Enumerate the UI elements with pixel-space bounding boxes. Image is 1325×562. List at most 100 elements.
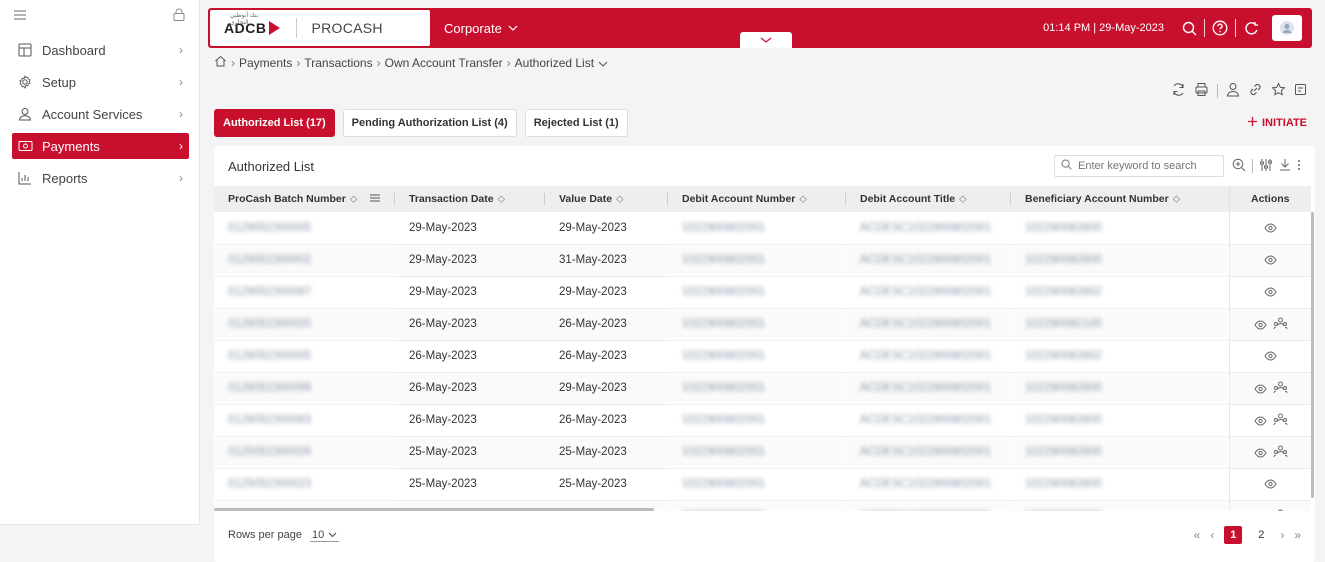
sidebar-top bbox=[0, 0, 199, 32]
cell-debit-account-number: 1022900802001 bbox=[668, 340, 846, 373]
refresh-icon[interactable] bbox=[1171, 82, 1186, 100]
group-users-icon[interactable] bbox=[1272, 443, 1288, 459]
table-row[interactable]: 0129052300005 29-May-2023 29-May-2023 10229… bbox=[214, 212, 1311, 245]
sidebar-item-setup[interactable]: Setup › bbox=[12, 69, 189, 95]
next-page-icon[interactable]: › bbox=[1280, 528, 1284, 542]
filter-sliders-icon[interactable] bbox=[1259, 158, 1273, 175]
view-eye-icon[interactable] bbox=[1252, 445, 1268, 461]
cell-debit-account-title: ACDESC1022900802001 bbox=[846, 276, 1011, 309]
header-expand-tab[interactable] bbox=[740, 32, 792, 48]
authorized-list-table: ProCash Batch Number ⬦ Transaction Date ⬦ … bbox=[214, 186, 1311, 511]
cell-debit-account-title: ACDESC1022900802001 bbox=[846, 308, 1011, 341]
brand[interactable]: بنك أبوظبي التجاري ADCB PROCASH bbox=[210, 10, 430, 46]
view-eye-icon[interactable] bbox=[1252, 509, 1268, 511]
cell-transaction-date: 29-May-2023 bbox=[395, 244, 545, 277]
more-options-icon[interactable] bbox=[1297, 159, 1301, 174]
table-row[interactable]: 0126052300099 26-May-2023 29-May-2023 10229… bbox=[214, 372, 1311, 405]
sidebar-item-dashboard[interactable]: Dashboard › bbox=[12, 37, 189, 63]
view-eye-icon[interactable] bbox=[1262, 476, 1278, 492]
print-icon[interactable] bbox=[1194, 82, 1209, 100]
cell-beneficiary-account-number: 102290082802 bbox=[1011, 276, 1229, 309]
cell-debit-account-title: ACDESC1022900802001 bbox=[846, 500, 1011, 511]
table-row[interactable]: 0129052300087 29-May-2023 29-May-2023 10229… bbox=[214, 276, 1311, 309]
lock-icon[interactable] bbox=[173, 8, 185, 24]
rows-per-page-select[interactable]: 10 bbox=[310, 529, 340, 542]
table-row[interactable]: 0126052300020 26-May-2023 26-May-2023 10229… bbox=[214, 308, 1311, 341]
home-icon[interactable] bbox=[214, 55, 227, 70]
cell-actions bbox=[1228, 372, 1311, 405]
last-page-icon[interactable]: » bbox=[1294, 528, 1301, 542]
logo-triangle-icon bbox=[269, 21, 281, 35]
download-icon[interactable] bbox=[1279, 158, 1291, 174]
table-row[interactable]: 0126052300005 26-May-2023 26-May-2023 10229… bbox=[214, 340, 1311, 373]
group-users-icon[interactable] bbox=[1272, 507, 1288, 511]
sidebar-item-payments[interactable]: Payments › bbox=[12, 133, 189, 159]
page-1[interactable]: 1 bbox=[1224, 526, 1243, 544]
power-refresh-icon[interactable] bbox=[1240, 17, 1262, 39]
vertical-scrollbar[interactable] bbox=[1311, 212, 1314, 498]
corporate-dropdown[interactable]: Corporate bbox=[444, 21, 518, 36]
cell-beneficiary-account-number: 102290082800 bbox=[1011, 372, 1229, 405]
sidebar-item-label: Payments bbox=[42, 138, 100, 154]
breadcrumb-own-account-transfer[interactable]: Own Account Transfer bbox=[385, 56, 503, 70]
cell-beneficiary-account-number: 102290082800 bbox=[1011, 500, 1229, 511]
col-debit-account-title[interactable]: Debit Account Title ⬦ bbox=[846, 186, 1011, 212]
group-users-icon[interactable] bbox=[1272, 411, 1288, 427]
column-menu-icon[interactable] bbox=[370, 193, 381, 205]
search-input[interactable] bbox=[1078, 160, 1220, 172]
tab-rejected-list[interactable]: Rejected List (1) bbox=[524, 109, 628, 137]
view-eye-icon[interactable] bbox=[1262, 252, 1278, 268]
help-icon[interactable] bbox=[1209, 17, 1231, 39]
avatar[interactable] bbox=[1272, 15, 1302, 41]
page-2[interactable]: 2 bbox=[1252, 526, 1270, 544]
group-users-icon[interactable] bbox=[1272, 379, 1288, 395]
cell-value-date: 29-May-2023 bbox=[545, 276, 668, 309]
cell-batch-number: 0129052300087 bbox=[214, 276, 395, 309]
col-transaction-date[interactable]: Transaction Date ⬦ bbox=[395, 186, 545, 212]
group-users-icon[interactable] bbox=[1272, 315, 1288, 331]
user-icon bbox=[16, 107, 34, 121]
breadcrumb-transactions[interactable]: Transactions bbox=[304, 56, 372, 70]
sidebar-item-account-services[interactable]: Account Services › bbox=[12, 101, 189, 127]
search-box[interactable] bbox=[1054, 155, 1224, 177]
sidebar-item-reports[interactable]: Reports › bbox=[12, 165, 189, 191]
breadcrumb-payments[interactable]: Payments bbox=[239, 56, 292, 70]
page-toolbar bbox=[1171, 82, 1307, 100]
col-debit-account-number[interactable]: Debit Account Number ⬦ bbox=[668, 186, 846, 212]
zoom-in-icon[interactable] bbox=[1232, 158, 1246, 175]
hamburger-icon[interactable] bbox=[14, 9, 26, 23]
view-eye-icon[interactable] bbox=[1262, 284, 1278, 300]
col-beneficiary-account-number[interactable]: Beneficiary Account Number ⬦ bbox=[1011, 186, 1229, 212]
search-icon[interactable] bbox=[1178, 17, 1200, 39]
sidebar-item-label: Dashboard bbox=[42, 42, 106, 58]
view-eye-icon[interactable] bbox=[1262, 220, 1278, 236]
horizontal-scrollbar[interactable] bbox=[214, 508, 654, 511]
user-icon[interactable] bbox=[1226, 82, 1240, 100]
view-eye-icon[interactable] bbox=[1262, 348, 1278, 364]
table-row[interactable]: 0125052300026 25-May-2023 25-May-2023 10229… bbox=[214, 436, 1311, 469]
cell-transaction-date: 25-May-2023 bbox=[395, 468, 545, 501]
table-row[interactable]: 0129052300002 29-May-2023 31-May-2023 10229… bbox=[214, 244, 1311, 277]
cell-debit-account-title: ACDESC1022900802001 bbox=[846, 372, 1011, 405]
view-eye-icon[interactable] bbox=[1252, 413, 1268, 429]
cell-beneficiary-account-number: 102290082800 bbox=[1011, 244, 1229, 277]
cell-batch-number: 0126052300083 bbox=[214, 404, 395, 437]
first-page-icon[interactable]: « bbox=[1194, 528, 1201, 542]
tab-pending-authorization-list[interactable]: Pending Authorization List (4) bbox=[342, 109, 517, 137]
view-eye-icon[interactable] bbox=[1252, 381, 1268, 397]
col-value-date[interactable]: Value Date ⬦ bbox=[545, 186, 668, 212]
table-row[interactable]: 0125052300023 25-May-2023 25-May-2023 10229… bbox=[214, 468, 1311, 501]
calendar-icon[interactable] bbox=[1294, 83, 1307, 99]
chevron-down-icon[interactable] bbox=[598, 56, 608, 70]
col-procash-batch-number[interactable]: ProCash Batch Number ⬦ bbox=[214, 186, 395, 212]
link-icon[interactable] bbox=[1248, 82, 1263, 100]
tab-authorized-list[interactable]: Authorized List (17) bbox=[214, 109, 335, 137]
view-eye-icon[interactable] bbox=[1252, 317, 1268, 333]
initiate-button[interactable]: INITIATE bbox=[1247, 116, 1307, 130]
table-row[interactable]: 0126052300083 26-May-2023 26-May-2023 10229… bbox=[214, 404, 1311, 437]
star-icon[interactable] bbox=[1271, 82, 1286, 100]
payment-icon bbox=[16, 140, 34, 152]
prev-page-icon[interactable]: ‹ bbox=[1210, 528, 1214, 542]
dashboard-icon bbox=[16, 43, 34, 57]
cell-beneficiary-account-number: 102290082802 bbox=[1011, 340, 1229, 373]
